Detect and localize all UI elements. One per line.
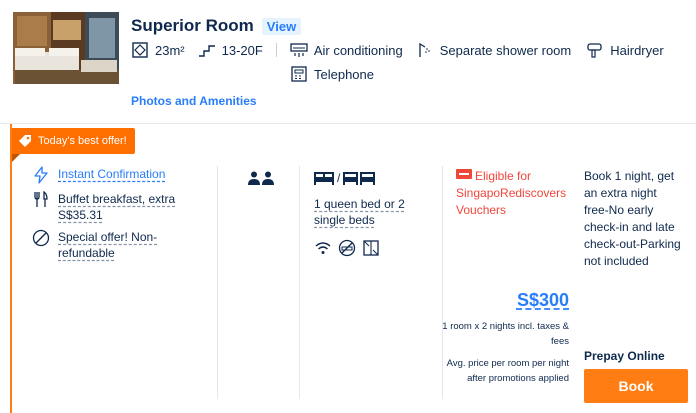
room-price[interactable]: S$300 — [517, 290, 569, 311]
shower-icon — [419, 42, 430, 57]
booking-policy: Book 1 night, get an extra night free-No… — [584, 169, 681, 268]
stairs-icon — [198, 45, 215, 57]
best-offer-flag: Today's best offer! — [12, 128, 135, 162]
wifi-icon[interactable] — [314, 239, 332, 257]
bed-type-icons: / — [313, 171, 376, 185]
room-header: Superior Room View 23m² 13-20F Air condi… — [0, 0, 696, 124]
lightning-icon — [34, 166, 48, 184]
two-guests-icon[interactable] — [247, 171, 275, 185]
perk-non-refundable: Special offer! Non-refundable — [32, 229, 188, 261]
price-average-note: Avg. price per room per night after prom… — [446, 358, 569, 384]
air-conditioning-icon — [290, 43, 308, 57]
twin-beds-icon — [343, 172, 376, 185]
cancellation-policy[interactable]: Special offer! Non-refundable — [58, 229, 188, 261]
facility-row-1: 23m² 13-20F Air conditioning Separate sh… — [131, 42, 664, 58]
telephone-icon — [291, 66, 307, 82]
facility-telephone: Telephone — [290, 66, 374, 82]
column-divider — [299, 166, 300, 399]
facility-air-conditioning: Air conditioning — [290, 42, 403, 58]
no-entry-icon — [32, 229, 50, 247]
window-icon[interactable] — [362, 239, 380, 257]
facility-shower: Separate shower room — [416, 42, 571, 58]
facility-row-2: Telephone — [290, 66, 374, 82]
room-name: Superior Room — [131, 16, 254, 35]
bed-description[interactable]: 1 queen bed or 2 single beds — [314, 196, 426, 228]
room-title-row: Superior Room View — [131, 16, 302, 36]
no-smoking-icon[interactable] — [338, 239, 356, 257]
perk-breakfast: Buffet breakfast, extra S$35.31 — [32, 191, 188, 223]
room-size-icon — [132, 42, 148, 58]
voucher-badge-icon — [456, 169, 472, 179]
photos-and-amenities-link[interactable]: Photos and Amenities — [131, 94, 257, 108]
tag-icon — [19, 135, 31, 147]
hairdryer-icon — [587, 43, 602, 58]
room-photo[interactable] — [13, 12, 119, 84]
fork-knife-icon — [34, 191, 48, 207]
room-feature-icons — [314, 239, 380, 257]
view-room-button[interactable]: View — [261, 17, 302, 35]
instant-confirmation-link[interactable]: Instant Confirmation — [58, 166, 188, 184]
facility-hairdryer: Hairdryer — [586, 42, 664, 58]
facility-divider — [275, 43, 277, 57]
price-total-note: 1 room x 2 nights incl. taxes & fees — [442, 321, 569, 347]
rate-card: Today's best offer! Instant Confirmation… — [10, 124, 696, 413]
book-button[interactable]: Book — [584, 369, 688, 403]
voucher-eligibility[interactable]: Eligible for SingapoRediscovers Vouchers — [456, 168, 574, 219]
breakfast-info[interactable]: Buffet breakfast, extra S$35.31 — [58, 191, 188, 223]
room-size: 23m² — [131, 42, 185, 58]
payment-type: Prepay Online — [584, 349, 665, 363]
perk-instant-confirmation: Instant Confirmation — [32, 166, 188, 184]
column-divider — [217, 166, 218, 399]
room-floor: 13-20F — [198, 42, 263, 58]
queen-bed-icon — [314, 172, 334, 185]
